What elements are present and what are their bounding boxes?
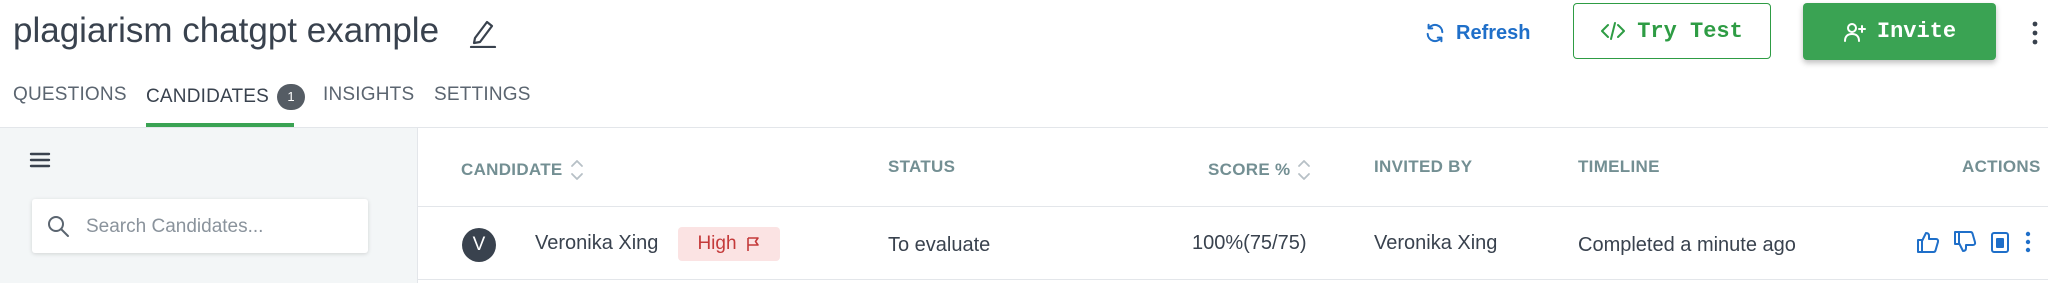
divider	[418, 206, 2048, 207]
status-cell: To evaluate	[888, 234, 991, 256]
tab-candidates-label: CANDIDATES	[146, 86, 270, 107]
risk-label: High	[697, 233, 737, 254]
tab-candidates[interactable]: CANDIDATES 1	[146, 84, 306, 110]
column-header-score-label: SCORE %	[1208, 160, 1291, 179]
column-header-invited-by: INVITED BY	[1374, 157, 1473, 176]
edit-icon[interactable]	[468, 16, 498, 49]
hamburger-icon[interactable]	[28, 150, 52, 170]
refresh-icon	[1426, 23, 1444, 43]
more-options-icon[interactable]	[2028, 20, 2042, 46]
sort-icon	[1298, 160, 1311, 180]
column-header-actions: ACTIONS	[1962, 157, 2041, 176]
candidates-count-badge: 1	[277, 84, 306, 110]
invited-by-cell: Veronika Xing	[1374, 232, 1498, 254]
thumbs-down-icon[interactable]	[1953, 230, 1977, 254]
timeline-cell: Completed a minute ago	[1578, 234, 1796, 256]
tab-questions[interactable]: QUESTIONS	[13, 84, 127, 106]
column-header-candidate[interactable]: CANDIDATE	[461, 157, 585, 183]
row-more-options-icon[interactable]	[2022, 230, 2034, 254]
invite-button[interactable]: Invite	[1803, 3, 1996, 60]
column-header-timeline: TIMELINE	[1578, 157, 1660, 176]
try-test-label: Try Test	[1637, 18, 1743, 44]
tab-insights[interactable]: INSIGHTS	[323, 84, 414, 106]
candidate-name-link[interactable]: Veronika Xing	[535, 232, 658, 255]
refresh-label: Refresh	[1456, 21, 1531, 44]
tab-settings[interactable]: SETTINGS	[434, 84, 531, 106]
plagiarism-risk-badge[interactable]: High	[678, 227, 780, 261]
column-header-candidate-label: CANDIDATE	[461, 160, 563, 179]
refresh-button[interactable]: Refresh	[1424, 16, 1530, 50]
column-header-score[interactable]: SCORE %	[1208, 157, 1312, 183]
page-title: plagiarism chatgpt example	[13, 11, 440, 50]
search-input[interactable]	[84, 204, 358, 250]
add-user-icon	[1843, 22, 1866, 42]
invite-label: Invite	[1876, 19, 1957, 44]
divider	[418, 279, 2048, 280]
column-header-status: STATUS	[888, 157, 956, 176]
try-test-button[interactable]: Try Test	[1573, 3, 1771, 59]
report-icon[interactable]	[1990, 230, 2010, 254]
avatar: V	[462, 228, 496, 262]
thumbs-up-icon[interactable]	[1916, 230, 1940, 254]
code-icon	[1601, 22, 1626, 40]
sort-icon	[570, 160, 583, 180]
search-icon	[46, 214, 70, 238]
score-cell: 100%(75/75)	[1192, 232, 1307, 254]
flag-icon	[746, 237, 759, 251]
